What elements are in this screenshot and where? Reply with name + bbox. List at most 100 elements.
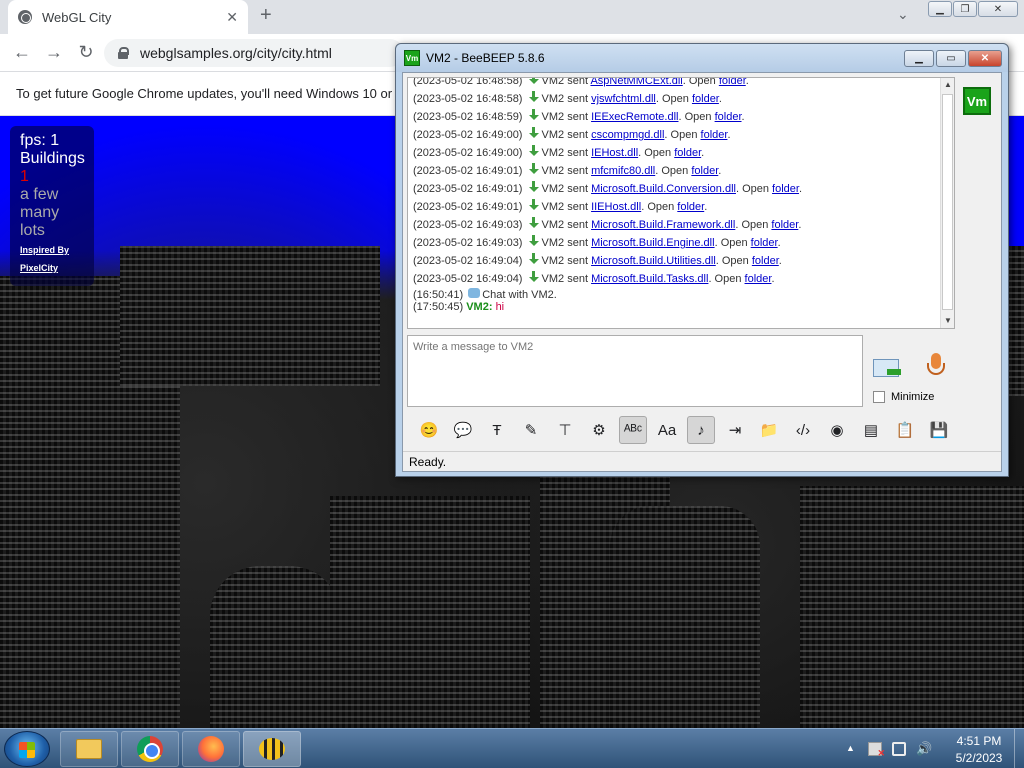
font-size-button[interactable]: Aa [653,416,681,444]
save-button[interactable]: 💾 [925,416,953,444]
credit-link-inspired[interactable]: Inspired By [20,242,84,258]
clock-date[interactable]: 5/2/2023 [950,751,1008,765]
file-link[interactable]: AspNetMMCExt.dll [590,78,682,87]
scroll-up-icon[interactable]: ▲ [941,78,954,92]
plus-icon[interactable]: + [260,4,272,27]
folder-link[interactable]: folder [692,93,719,105]
send-icon[interactable] [873,357,903,381]
show-hidden-icons-icon[interactable]: ▲ [846,743,855,753]
folder-link[interactable]: folder [751,237,778,249]
building-count-option[interactable]: 1 [20,168,84,186]
address-bar[interactable]: webglsamples.org/city/city.html [104,39,404,67]
windows-logo-icon [19,742,35,758]
taskbar-beebeep[interactable] [243,731,301,767]
back-icon[interactable]: ← [6,42,38,63]
building [800,486,1024,728]
download-icon [528,91,540,103]
log-line: (2023-05-02 16:48:58) VM2 sent AspNetMMC… [413,78,943,90]
folder-link[interactable]: folder [677,201,704,213]
download-icon [528,109,540,121]
user-avatar[interactable]: Vm [963,87,991,115]
settings-button[interactable]: ⚙ [585,416,613,444]
music-note-button[interactable]: ♪ [687,416,715,444]
minimize-button[interactable]: ▁ [904,50,934,67]
chat-log[interactable]: (2023-05-02 16:48:58) VM2 sent AspNetMMC… [407,77,955,329]
chrome-tab-bar: WebGL City ✕ + ⌄ ▁ ❐ ✕ [0,0,1024,34]
taskbar-chrome[interactable] [121,731,179,767]
folder-link[interactable]: folder [752,255,779,267]
show-desktop-button[interactable] [1014,729,1024,768]
close-window-button[interactable]: ✕ [978,1,1018,17]
minimize-button[interactable]: ▁ [928,1,952,17]
folder-link[interactable]: folder [701,129,728,141]
log-line: (2023-05-02 16:48:58) VM2 sent vjswfchtm… [413,91,722,105]
option-a-few[interactable]: a few [20,186,84,204]
option-lots[interactable]: lots [20,222,84,240]
file-link[interactable]: mfcmifc80.dll [591,165,655,177]
taskbar-firefox[interactable] [182,731,240,767]
tab-webgl-city[interactable]: WebGL City ✕ [8,0,248,34]
folder-link[interactable]: folder [715,111,742,123]
forward-icon[interactable]: → [38,42,70,63]
chat-log-scrollbar[interactable]: ▲ ▼ [940,78,954,328]
send-file-button[interactable]: ⇥ [721,416,749,444]
maximize-button[interactable]: ❐ [953,1,977,17]
minimize-checkbox[interactable]: Minimize [873,391,934,403]
file-link[interactable]: Microsoft.Build.Tasks.dll [591,273,708,285]
action-center-icon[interactable] [868,742,885,759]
reload-icon[interactable]: ↻ [70,42,102,63]
send-folder-button[interactable]: 📁 [755,416,783,444]
folder-link[interactable]: folder [719,78,746,87]
network-icon[interactable] [892,742,906,756]
start-button[interactable] [4,731,50,767]
folder-link[interactable]: folder [674,147,701,159]
clipboard-button[interactable]: 📋 [891,416,919,444]
bee-icon [259,738,285,760]
close-icon[interactable]: ✕ [226,9,238,26]
chevron-down-icon[interactable]: ⌄ [897,6,909,23]
filter-button[interactable]: ⊤ [551,416,579,444]
chat-bubble-button[interactable]: 💬 [449,416,477,444]
building [330,496,530,728]
option-many[interactable]: many [20,204,84,222]
url-text: webglsamples.org/city/city.html [140,45,332,61]
chat-message-line: (17:50:45) VM2: hi [413,301,505,313]
spellcheck-button[interactable]: ᴬᴮᶜ [619,416,647,444]
code-button[interactable]: ‹/› [789,416,817,444]
folder-link[interactable]: folder [745,273,772,285]
folder-link[interactable]: folder [771,219,798,231]
file-link[interactable]: IIEHost.dll [591,201,641,213]
color-button[interactable]: ✎ [517,416,545,444]
file-link[interactable]: IEExecRemote.dll [591,111,678,123]
file-link[interactable]: Microsoft.Build.Conversion.dll [591,183,736,195]
close-button[interactable]: ✕ [968,50,1002,67]
log-line: (2023-05-02 16:49:03) VM2 sent Microsoft… [413,235,781,249]
log-line: (2023-05-02 16:49:01) VM2 sent mfcmifc80… [413,163,722,177]
volume-icon[interactable]: 🔊 [916,742,932,756]
credit-link-pixelcity[interactable]: PixelCity [20,260,84,276]
file-link[interactable]: vjswfchtml.dll [591,93,656,105]
terminal-button[interactable]: ▤ [857,416,885,444]
file-link[interactable]: cscompmgd.dll [591,129,664,141]
file-link[interactable]: Microsoft.Build.Engine.dll [591,237,715,249]
microphone-icon[interactable] [925,353,947,383]
font-button[interactable]: Ŧ [483,416,511,444]
message-sender: VM2: [466,301,493,313]
checkbox-box[interactable] [873,391,885,403]
maximize-button[interactable]: ▭ [936,50,966,67]
scroll-thumb[interactable] [942,94,953,310]
file-link[interactable]: IEHost.dll [591,147,638,159]
emoticons-button[interactable]: 😊 [415,416,443,444]
message-input[interactable] [407,335,863,407]
scroll-down-icon[interactable]: ▼ [941,314,954,328]
file-link[interactable]: Microsoft.Build.Utilities.dll [591,255,716,267]
vm-app-icon: Vm [404,50,420,66]
download-icon [528,181,540,193]
taskbar-explorer[interactable] [60,731,118,767]
log-line: (2023-05-02 16:49:00) VM2 sent IEHost.dl… [413,145,705,159]
clock-time[interactable]: 4:51 PM [950,734,1008,748]
folder-link[interactable]: folder [772,183,799,195]
folder-link[interactable]: folder [691,165,718,177]
file-link[interactable]: Microsoft.Build.Framework.dll [591,219,735,231]
screenshot-button[interactable]: ◉ [823,416,851,444]
